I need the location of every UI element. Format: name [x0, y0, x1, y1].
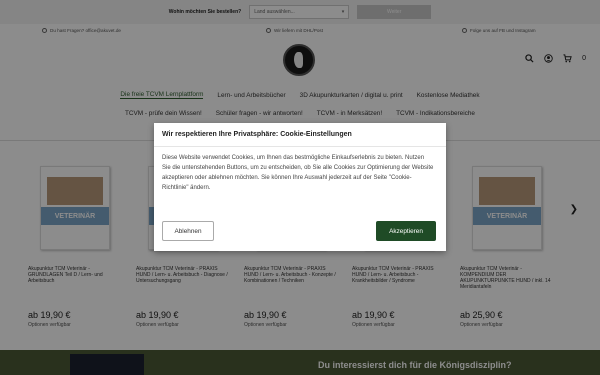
cookie-divider: [154, 146, 446, 147]
cookie-body: Diese Website verwendet Cookies, um Ihne…: [162, 155, 434, 191]
decline-button[interactable]: Ablehnen: [162, 221, 214, 241]
cookie-dialog: Wir respektieren Ihre Privatsphäre: Cook…: [154, 123, 446, 251]
cookie-title: Wir respektieren Ihre Privatsphäre: Cook…: [162, 131, 352, 138]
accept-button[interactable]: Akzeptieren: [376, 221, 436, 241]
